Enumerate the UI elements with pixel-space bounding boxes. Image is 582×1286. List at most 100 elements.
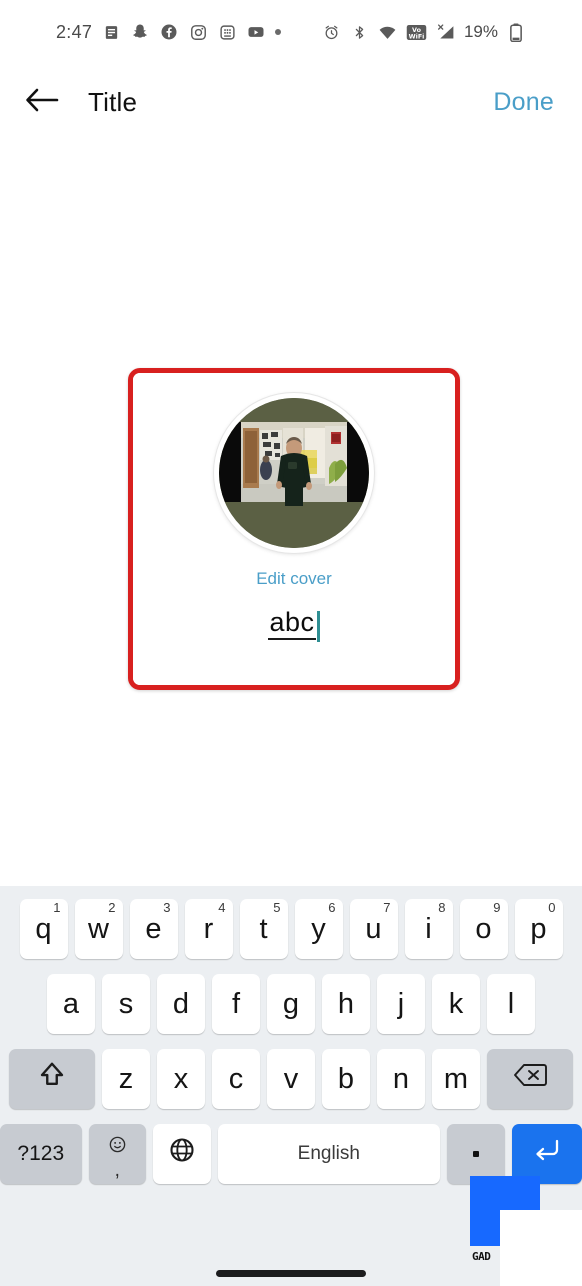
key-y[interactable]: 6y — [294, 899, 343, 959]
key-e-label: e — [145, 912, 162, 945]
key-u[interactable]: 7u — [349, 899, 398, 959]
key-i[interactable]: 8i — [404, 899, 453, 959]
enter-icon — [533, 1137, 561, 1171]
status-bar-left: 2:47 — [56, 21, 282, 43]
language-switch-key[interactable] — [153, 1124, 211, 1184]
facebook-icon — [159, 22, 179, 42]
key-t[interactable]: 5t — [239, 899, 288, 959]
keyboard-row-3: z x c v b n m — [0, 1048, 582, 1110]
key-v[interactable]: v — [267, 1049, 315, 1109]
key-a[interactable]: a — [47, 974, 95, 1034]
key-r-label: r — [203, 912, 214, 945]
cover-image-ring[interactable] — [214, 393, 374, 553]
snapchat-icon — [130, 22, 150, 42]
profile-card: Edit cover abc — [133, 373, 455, 685]
key-c[interactable]: c — [212, 1049, 260, 1109]
key-w-number: 2 — [108, 900, 116, 915]
youtube-icon — [246, 22, 266, 42]
key-j[interactable]: j — [377, 974, 425, 1034]
key-o-number: 9 — [493, 900, 501, 915]
key-s[interactable]: s — [102, 974, 150, 1034]
symbols-key[interactable]: ?123 — [0, 1124, 82, 1184]
cover-image[interactable] — [219, 398, 369, 548]
emoji-comma-key[interactable]: , — [88, 1124, 147, 1184]
key-i-label: i — [425, 912, 432, 945]
wifi-icon — [378, 22, 398, 42]
key-u-number: 7 — [383, 900, 391, 915]
key-y-label: y — [311, 912, 326, 945]
key-p[interactable]: 0p — [514, 899, 563, 959]
keyboard-row-1: 1q 2w 3e 4r 5t 6y 7u 8i 9o 0p — [0, 898, 582, 960]
key-x[interactable]: x — [157, 1049, 205, 1109]
period-key[interactable] — [447, 1124, 505, 1184]
key-d[interactable]: d — [157, 974, 205, 1034]
key-g[interactable]: g — [267, 974, 315, 1034]
keyboard-row-4: ?123 , English — [0, 1123, 582, 1185]
status-bar: 2:47 Vo WiFi 19% — [0, 0, 582, 64]
keyboard-row-2: a s d f g h j k l — [0, 973, 582, 1035]
key-y-number: 6 — [328, 900, 336, 915]
key-o[interactable]: 9o — [459, 899, 508, 959]
key-w[interactable]: 2w — [74, 899, 123, 959]
key-l[interactable]: l — [487, 974, 535, 1034]
key-f[interactable]: f — [212, 974, 260, 1034]
key-r[interactable]: 4r — [184, 899, 233, 959]
shift-key[interactable] — [9, 1049, 95, 1109]
bluetooth-icon — [350, 22, 370, 42]
key-q[interactable]: 1q — [19, 899, 68, 959]
key-h[interactable]: h — [322, 974, 370, 1034]
back-arrow-icon — [25, 87, 59, 118]
key-n[interactable]: n — [377, 1049, 425, 1109]
key-b[interactable]: b — [322, 1049, 370, 1109]
key-p-number: 0 — [548, 900, 556, 915]
key-r-number: 4 — [218, 900, 226, 915]
key-z[interactable]: z — [102, 1049, 150, 1109]
page-title: Title — [88, 86, 138, 117]
emoji-icon — [108, 1135, 127, 1157]
more-notifications-dot — [275, 29, 282, 35]
done-button[interactable]: Done — [493, 88, 554, 117]
battery-icon — [506, 22, 526, 42]
key-q-number: 1 — [53, 900, 61, 915]
key-k[interactable]: k — [432, 974, 480, 1034]
space-key[interactable]: English — [217, 1124, 441, 1184]
backspace-icon — [513, 1062, 547, 1096]
home-indicator[interactable] — [216, 1269, 366, 1277]
key-m[interactable]: m — [432, 1049, 480, 1109]
alarm-icon — [322, 22, 342, 42]
instagram-icon — [188, 22, 208, 42]
status-time: 2:47 — [56, 21, 93, 42]
enter-key[interactable] — [511, 1124, 582, 1184]
key-i-number: 8 — [438, 900, 446, 915]
status-bar-right: Vo WiFi 19% — [322, 22, 526, 42]
gesture-nav-bar[interactable] — [0, 1260, 582, 1286]
cover-photo-art — [219, 398, 369, 548]
key-q-label: q — [35, 912, 52, 945]
key-e[interactable]: 3e — [129, 899, 178, 959]
edit-cover-link[interactable]: Edit cover — [256, 569, 332, 589]
key-t-label: t — [259, 912, 268, 945]
key-t-number: 5 — [273, 900, 281, 915]
period-dot-icon — [472, 1151, 479, 1157]
highlight-outline: Edit cover abc — [128, 368, 460, 690]
on-screen-keyboard[interactable]: 1q 2w 3e 4r 5t 6y 7u 8i 9o 0p a s d f g … — [0, 886, 582, 1286]
backspace-key[interactable] — [487, 1049, 573, 1109]
key-o-label: o — [475, 912, 492, 945]
back-button[interactable] — [14, 74, 70, 130]
app-bar: Title Done — [0, 64, 582, 140]
grid-app-icon — [217, 22, 237, 42]
globe-icon — [168, 1136, 196, 1172]
vowifi-icon: Vo WiFi — [406, 22, 428, 42]
name-input[interactable]: abc — [268, 609, 320, 642]
battery-percent: 19% — [463, 22, 498, 41]
shift-icon — [37, 1060, 67, 1098]
phone-screen: 2:47 Vo WiFi 19% Title Done Edit cover a… — [0, 0, 582, 1286]
key-p-label: p — [530, 912, 547, 945]
key-e-number: 3 — [163, 900, 171, 915]
text-caret — [316, 611, 320, 642]
no-signal-icon — [436, 22, 456, 42]
news-feed-icon — [101, 22, 121, 42]
svg-text:WiFi: WiFi — [409, 32, 425, 40]
comma-label: , — [114, 1159, 120, 1181]
name-input-value: abc — [268, 609, 316, 640]
